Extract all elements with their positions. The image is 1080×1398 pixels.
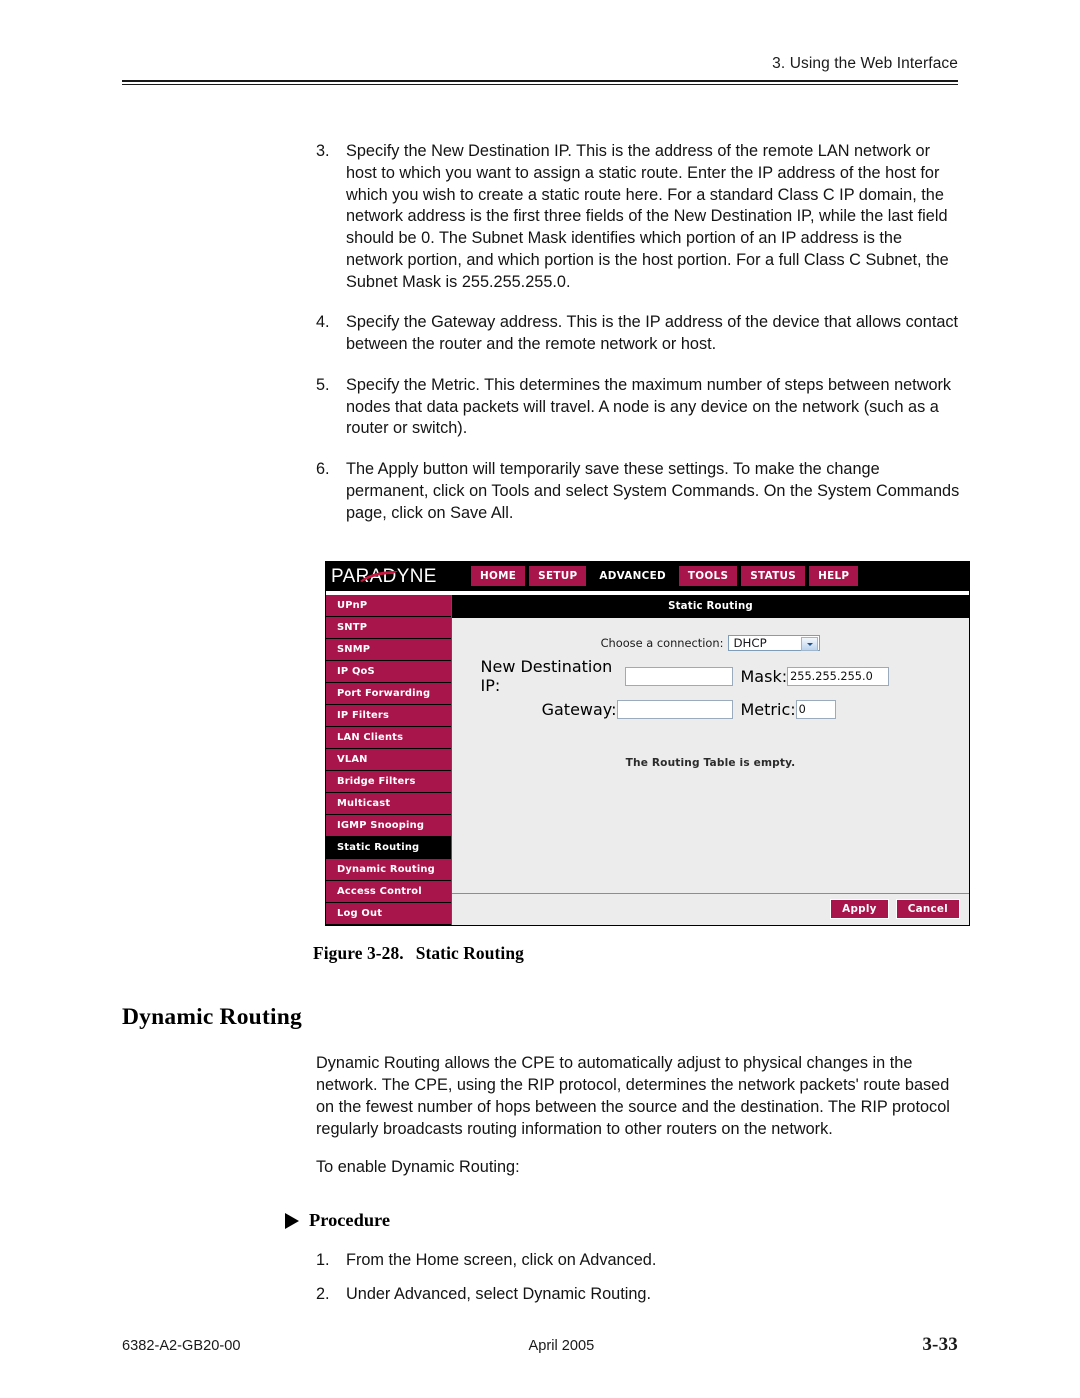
paradyne-logo-text: PARADYNE	[331, 565, 437, 588]
nav-item-home[interactable]: HOME	[471, 566, 526, 587]
page-running-header: 3. Using the Web Interface	[122, 55, 958, 85]
step-number: 2.	[316, 1285, 330, 1304]
destination-input[interactable]	[625, 666, 733, 686]
list-item: 1. From the Home screen, click on Advanc…	[316, 1250, 962, 1272]
step-number: 1.	[316, 1251, 330, 1270]
sidebar-item-sntp[interactable]: SNTP	[326, 617, 451, 640]
sidebar-item-multicast[interactable]: Multicast	[326, 793, 451, 816]
panel-title: Static Routing	[452, 595, 969, 619]
list-item: 3. Specify the New Destination IP. This …	[316, 141, 962, 293]
page-content: 3. Specify the New Destination IP. This …	[0, 141, 1080, 1318]
numbered-steps-list: 3. Specify the New Destination IP. This …	[316, 141, 962, 524]
router-web-interface: PARADYNE HOME SETUP ADVANCED TOOLS STATU…	[325, 561, 970, 927]
panel-action-bar: Apply Cancel	[452, 893, 969, 926]
sidebar-item-snmp[interactable]: SNMP	[326, 639, 451, 662]
nav-item-tools[interactable]: TOOLS	[678, 566, 738, 587]
router-main-panel: Static Routing Choose a connection: DHCP	[451, 595, 969, 926]
sidebar-item-bridge-filters[interactable]: Bridge Filters	[326, 771, 451, 794]
cancel-button[interactable]: Cancel	[895, 899, 960, 920]
step-number: 5.	[316, 375, 330, 394]
step-text: Specify the Gateway address. This is the…	[346, 313, 959, 354]
router-nav: HOME SETUP ADVANCED TOOLS STATUS HELP	[471, 566, 859, 587]
metric-input[interactable]: 0	[795, 700, 836, 720]
destination-label: New Destination IP:	[480, 657, 613, 696]
sidebar-item-vlan[interactable]: VLAN	[326, 749, 451, 772]
procedure-heading-text: Procedure	[309, 1210, 391, 1231]
step-text: From the Home screen, click on Advanced.	[346, 1251, 657, 1270]
step-text: The Apply button will temporarily save t…	[346, 460, 960, 522]
step-number: 6.	[316, 460, 330, 479]
procedure-heading: Procedure	[285, 1210, 1080, 1231]
procedure-steps-list: 1. From the Home screen, click on Advanc…	[316, 1250, 962, 1306]
list-item: 4. Specify the Gateway address. This is …	[316, 312, 962, 356]
apply-button[interactable]: Apply	[830, 899, 889, 920]
sidebar-item-log-out[interactable]: Log Out	[326, 903, 451, 926]
nav-item-advanced[interactable]: ADVANCED	[590, 566, 675, 587]
metric-label: Metric:	[740, 700, 796, 720]
figure-title: Static Routing	[415, 943, 524, 964]
sidebar-item-static-routing[interactable]: Static Routing	[326, 837, 451, 860]
nav-item-setup[interactable]: SETUP	[529, 566, 587, 587]
section-paragraph: Dynamic Routing allows the CPE to automa…	[316, 1054, 950, 1138]
connection-select-value: DHCP	[733, 636, 767, 651]
list-item: 6. The Apply button will temporarily sav…	[316, 459, 962, 524]
figure-caption: Figure 3-28. Static Routing	[313, 943, 1080, 964]
figure-number: Figure 3-28.	[313, 943, 404, 964]
mask-input[interactable]: 255.255.255.0	[787, 666, 890, 686]
sidebar-item-port-forwarding[interactable]: Port Forwarding	[326, 683, 451, 706]
sidebar-item-upnp[interactable]: UPnP	[326, 595, 451, 618]
numbered-steps-block: 3. Specify the New Destination IP. This …	[316, 141, 962, 524]
sidebar-item-ip-filters[interactable]: IP Filters	[326, 705, 451, 728]
connection-select[interactable]: DHCP	[728, 635, 821, 652]
page-footer: 6382-A2-GB20-00 April 2005 3-33	[122, 1334, 958, 1356]
paradyne-logo: PARADYNE	[331, 564, 457, 588]
connection-row: Choose a connection: DHCP	[452, 635, 969, 652]
routing-table-empty-message: The Routing Table is empty.	[625, 757, 796, 770]
routing-form: New Destination IP: Mask: 255.255.255.0	[452, 657, 969, 720]
gateway-input[interactable]	[616, 700, 733, 720]
nav-item-status[interactable]: STATUS	[741, 566, 806, 587]
step-number: 3.	[316, 142, 330, 160]
panel-content: Choose a connection: DHCP New Destinatio…	[452, 618, 969, 894]
triangle-bullet-icon	[285, 1212, 299, 1229]
sidebar-item-access-control[interactable]: Access Control	[326, 881, 451, 904]
router-top-bar: PARADYNE HOME SETUP ADVANCED TOOLS STATU…	[326, 562, 969, 591]
gateway-label: Gateway:	[541, 700, 617, 720]
nav-item-help[interactable]: HELP	[809, 566, 859, 587]
footer-date: April 2005	[528, 1338, 595, 1354]
router-sidebar: UPnP SNTP SNMP IP QoS Port Forwarding IP…	[326, 595, 451, 926]
sidebar-item-dynamic-routing[interactable]: Dynamic Routing	[326, 859, 451, 882]
step-text: Under Advanced, select Dynamic Routing.	[346, 1285, 651, 1304]
gateway-row: Gateway: Metric: 0	[452, 700, 969, 720]
step-text: Specify the New Destination IP. This is …	[346, 142, 949, 291]
step-text: Specify the Metric. This determines the …	[346, 375, 952, 438]
chevron-down-icon[interactable]	[801, 637, 819, 652]
header-rule	[122, 80, 958, 85]
mask-label: Mask:	[740, 666, 788, 686]
figure-image: PARADYNE HOME SETUP ADVANCED TOOLS STATU…	[325, 561, 1080, 927]
section-lead-in: To enable Dynamic Routing:	[316, 1157, 520, 1176]
sidebar-item-ip-qos[interactable]: IP QoS	[326, 661, 451, 684]
step-number: 4.	[316, 313, 330, 332]
router-body: UPnP SNTP SNMP IP QoS Port Forwarding IP…	[326, 595, 969, 926]
sidebar-item-lan-clients[interactable]: LAN Clients	[326, 727, 451, 750]
list-item: 2. Under Advanced, select Dynamic Routin…	[316, 1284, 962, 1306]
footer-page-number: 3-33	[922, 1334, 958, 1355]
destination-row: New Destination IP: Mask: 255.255.255.0	[452, 657, 969, 695]
page-title: Dynamic Routing	[122, 1004, 302, 1031]
sidebar-item-igmp-snooping[interactable]: IGMP Snooping	[326, 815, 451, 838]
list-item: 5. Specify the Metric. This determines t…	[316, 375, 962, 440]
running-head-text: 3. Using the Web Interface	[772, 55, 958, 72]
connection-label: Choose a connection:	[600, 636, 724, 651]
